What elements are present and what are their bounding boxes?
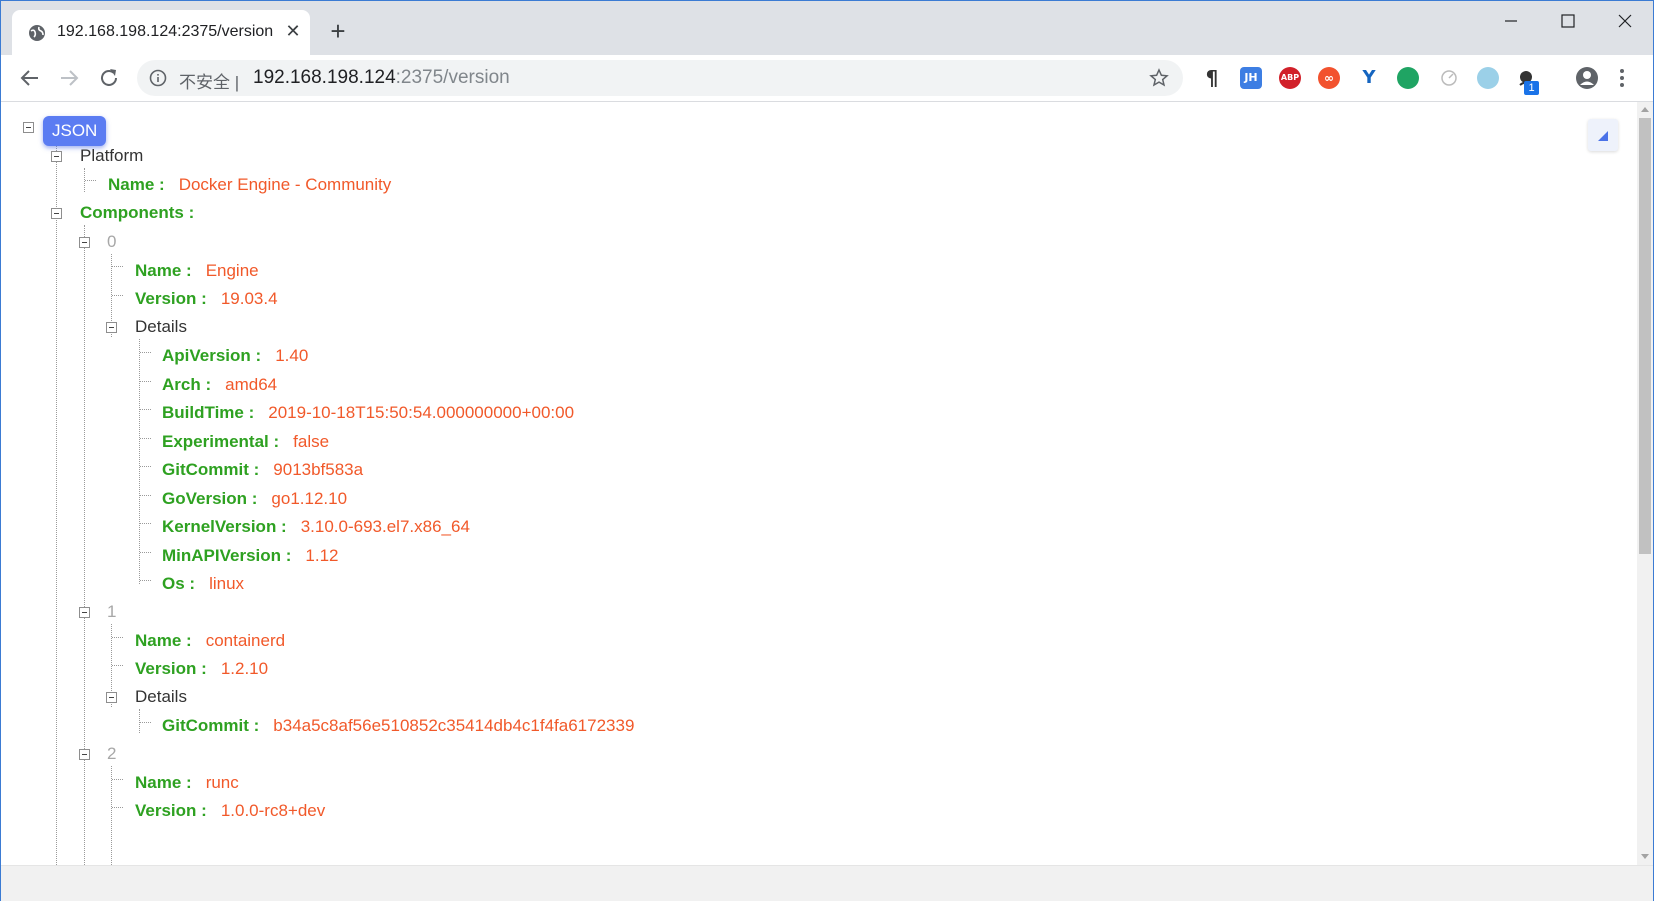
collapse-toggle-root[interactable] [23,122,34,133]
json-key: Name : [108,175,165,194]
json-key: Os : [162,574,196,593]
json-value: 1.40 [275,346,309,365]
vertical-scrollbar[interactable] [1637,102,1653,865]
json-viewer: JSON Platform Name : Docker Engine - Comm… [1,102,1637,865]
details-label[interactable]: Details [135,687,187,706]
json-value: linux [209,574,245,593]
json-key: ApiVersion : [162,346,262,365]
maximize-icon[interactable] [1548,9,1588,33]
json-value: containerd [205,631,286,650]
infinity-extension-icon[interactable]: ∞ [1318,67,1340,89]
json-value: b34a5c8af56e510852c35414db4c1f4fa6172339 [273,716,635,735]
browser-toolbar: 不安全 | 192.168.198.124:2375/version ¶ JH … [1,55,1653,102]
json-key: BuildTime : [162,403,255,422]
info-icon[interactable] [149,69,167,87]
json-key: MinAPIVersion : [162,546,292,565]
window-close-icon[interactable] [1605,9,1645,33]
array-index[interactable]: 2 [107,744,116,763]
tree-guide-line [56,140,57,865]
collapse-toggle-platform[interactable] [51,151,62,162]
tree-guide-line [139,709,140,733]
gray-extension-icon[interactable] [1438,67,1460,89]
tab-title: 192.168.198.124:2375/version [57,23,274,40]
bookmark-star-icon[interactable] [1149,68,1169,88]
url-text[interactable]: 192.168.198.124:2375/version [253,67,510,89]
face-extension-icon[interactable] [1477,67,1499,89]
platform-label[interactable]: Platform [80,146,143,165]
profile-icon[interactable] [1575,66,1599,90]
json-key: KernelVersion : [162,517,287,536]
collapse-toggle-component-0[interactable] [79,237,90,248]
pilcrow-extension-icon[interactable]: ¶ [1201,67,1223,89]
json-key: Name : [135,773,192,792]
collapse-toggle-components[interactable] [51,208,62,219]
address-bar[interactable]: 不安全 | 192.168.198.124:2375/version [137,60,1183,96]
json-value: 1.0.0-rc8+dev [220,801,326,820]
jh-extension-icon[interactable]: JH [1240,67,1262,89]
json-value: 2019-10-18T15:50:54.000000000+00:00 [268,403,575,422]
active-tab[interactable]: 192.168.198.124:2375/version ✕ [12,10,310,55]
json-key: Arch : [162,375,212,394]
json-key: Version : [135,659,207,678]
scroll-up-arrow-icon[interactable] [1641,107,1649,112]
json-value: runc [205,773,239,792]
json-key: GoVersion : [162,489,258,508]
globe-icon [29,25,45,41]
tree-guide-line [84,225,85,865]
scroll-thumb[interactable] [1639,118,1651,554]
json-key: GitCommit : [162,460,260,479]
json-value: 3.10.0-693.el7.x86_64 [300,517,470,536]
json-value: 1.2.10 [220,659,269,678]
green-extension-icon[interactable] [1397,67,1419,89]
json-value: Docker Engine - Community [178,175,392,194]
scroll-down-arrow-icon[interactable] [1641,854,1649,859]
json-key: Experimental : [162,432,280,451]
extension-badge: 1 [1524,81,1539,95]
json-value: false [293,432,330,451]
y-extension-icon[interactable]: Y [1358,67,1380,89]
minimize-icon[interactable] [1491,9,1531,33]
components-key[interactable]: Components : [80,203,194,222]
json-value: 19.03.4 [220,289,278,308]
json-value: amd64 [225,375,278,394]
json-root-badge[interactable]: JSON [43,116,107,146]
json-value: 1.12 [305,546,339,565]
json-value: go1.12.10 [271,489,348,508]
tree-guide-line [111,766,112,865]
horizontal-scrollbar[interactable] [1,865,1653,901]
forward-arrow-icon[interactable] [56,65,82,91]
json-key: Name : [135,631,192,650]
array-index[interactable]: 1 [107,602,116,621]
tab-strip: 192.168.198.124:2375/version ✕ + [1,1,1653,55]
browser-window: 192.168.198.124:2375/version ✕ + 不安全 | 1… [0,0,1654,901]
collapse-toggle-details-1[interactable] [106,692,117,703]
json-key: Version : [135,801,207,820]
json-key: GitCommit : [162,716,260,735]
tab-close-icon[interactable]: ✕ [282,20,304,42]
adblock-plus-icon[interactable]: ABP [1279,67,1301,89]
tree-guide-line [139,339,140,584]
reload-icon[interactable] [96,65,122,91]
new-tab-button[interactable]: + [325,18,351,45]
json-key: Name : [135,261,192,280]
menu-dots-icon[interactable] [1618,67,1626,89]
json-value: 9013bf583a [273,460,364,479]
json-key: Version : [135,289,207,308]
details-label[interactable]: Details [135,317,187,336]
corner-toggle-button[interactable] [1588,119,1618,151]
back-arrow-icon[interactable] [17,65,43,91]
json-value: Engine [205,261,259,280]
collapse-toggle-component-1[interactable] [79,607,90,618]
collapse-toggle-details-0[interactable] [106,322,117,333]
collapse-toggle-component-2[interactable] [79,749,90,760]
array-index[interactable]: 0 [107,232,116,251]
security-status: 不安全 | [179,73,240,92]
